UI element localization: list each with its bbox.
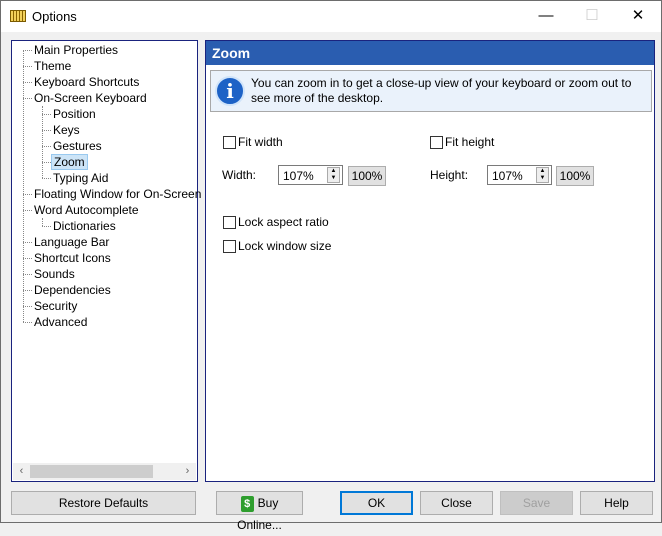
checkbox-box[interactable] [223, 215, 236, 229]
panel-title: Zoom [206, 41, 654, 65]
tree-connector [23, 82, 32, 83]
tree-connector [23, 194, 32, 195]
tree-item-dictionaries[interactable]: Dictionaries [51, 218, 118, 234]
tree-item-keys[interactable]: Keys [51, 122, 82, 138]
spin-arrows-icon[interactable]: ▲ ▼ [327, 167, 340, 183]
lock-aspect-label: Lock aspect ratio [238, 215, 329, 229]
tree-connector [23, 50, 32, 51]
tree-connector [42, 146, 51, 147]
scroll-thumb[interactable] [30, 465, 153, 478]
fit-height-label: Fit height [445, 135, 495, 149]
tree-connector [23, 322, 32, 323]
width-label: Width: [222, 168, 257, 182]
width-value[interactable]: 107% [283, 169, 314, 183]
scroll-right-button[interactable]: › [179, 463, 196, 480]
tree-connector [23, 210, 32, 211]
tree-connector [42, 162, 51, 163]
checkbox-box[interactable] [223, 135, 236, 149]
width-reset-button[interactable]: 100% [348, 166, 386, 186]
restore-defaults-button[interactable]: Restore Defaults [11, 491, 196, 515]
lock-window-label: Lock window size [238, 239, 332, 253]
tree-item-position[interactable]: Position [51, 106, 98, 122]
tree-item-word-autocomplete[interactable]: Word Autocomplete [32, 202, 141, 218]
lock-window-checkbox[interactable]: Lock window size [223, 239, 331, 253]
maximize-button[interactable]: ☐ [569, 1, 615, 32]
tree-item-shortcut-icons[interactable]: Shortcut Icons [32, 250, 113, 266]
tree-connector [42, 106, 43, 178]
tree-item-security[interactable]: Security [32, 298, 79, 314]
checkbox-box[interactable] [430, 135, 443, 149]
ok-button[interactable]: OK [340, 491, 413, 515]
window-title: Options [32, 9, 77, 24]
dollar-icon: $ [240, 495, 254, 512]
tree-connector [42, 218, 43, 226]
tree-item-theme[interactable]: Theme [32, 58, 73, 74]
save-button[interactable]: Save [500, 491, 573, 515]
fit-width-checkbox[interactable]: Fit width [223, 135, 283, 149]
tree-item-on-screen-keyboard[interactable]: On-Screen Keyboard [32, 90, 149, 106]
close-button[interactable]: Close [420, 491, 493, 515]
tree-item-dependencies[interactable]: Dependencies [32, 282, 113, 298]
tree-item-zoom[interactable]: Zoom [51, 154, 88, 170]
tree-item-keyboard-shortcuts[interactable]: Keyboard Shortcuts [32, 74, 141, 90]
options-window: Options — ☐ ✕ ‹ › Main Properties Theme Ke… [0, 0, 662, 532]
tree-item-language-bar[interactable]: Language Bar [32, 234, 111, 250]
options-tree[interactable]: ‹ › Main Properties Theme Keyboard Shortcu… [11, 40, 256, 482]
tree-connector [23, 66, 32, 67]
horizontal-scrollbar[interactable]: ‹ › [13, 463, 196, 480]
tree-item-main-properties[interactable]: Main Properties [32, 42, 120, 58]
help-button[interactable]: Help [580, 491, 653, 515]
tree-connector [23, 258, 32, 259]
lock-aspect-checkbox[interactable]: Lock aspect ratio [223, 215, 329, 229]
height-spinner[interactable]: 107% ▲ ▼ [487, 165, 552, 185]
title-bar: Options — ☐ ✕ [1, 1, 661, 32]
width-spinner[interactable]: 107% ▲ ▼ [278, 165, 343, 185]
checkbox-box[interactable] [223, 239, 236, 253]
tree-connector [42, 178, 51, 179]
height-value[interactable]: 107% [492, 169, 523, 183]
tree-item-typing-aid[interactable]: Typing Aid [51, 170, 110, 186]
keyboard-app-icon [10, 10, 26, 22]
minimize-button[interactable]: — [523, 1, 569, 32]
tree-connector [23, 50, 24, 322]
scroll-left-button[interactable]: ‹ [13, 463, 30, 480]
tree-connector [23, 274, 32, 275]
info-text: You can zoom in to get a close-up view o… [251, 76, 632, 105]
tree-connector [23, 306, 32, 307]
height-label: Height: [430, 168, 469, 182]
tree-item-advanced[interactable]: Advanced [32, 314, 89, 330]
info-icon: i [215, 76, 245, 106]
zoom-panel: Zoom i You can zoom in to get a close-up… [205, 40, 655, 482]
tree-connector [42, 226, 51, 227]
tree-connector [23, 290, 32, 291]
spin-arrows-icon[interactable]: ▲ ▼ [536, 167, 549, 183]
height-reset-button[interactable]: 100% [556, 166, 594, 186]
tree-connector [42, 130, 51, 131]
info-box: i You can zoom in to get a close-up view… [210, 70, 652, 112]
tree-connector [42, 114, 51, 115]
tree-connector [23, 242, 32, 243]
buy-online-button[interactable]: $ Buy Online... [216, 491, 303, 532]
fit-height-checkbox[interactable]: Fit height [430, 135, 494, 149]
close-window-button[interactable]: ✕ [615, 1, 661, 32]
fit-width-label: Fit width [238, 135, 283, 149]
tree-connector [23, 98, 32, 99]
tree-item-gestures[interactable]: Gestures [51, 138, 104, 154]
tree-item-sounds[interactable]: Sounds [32, 266, 77, 282]
